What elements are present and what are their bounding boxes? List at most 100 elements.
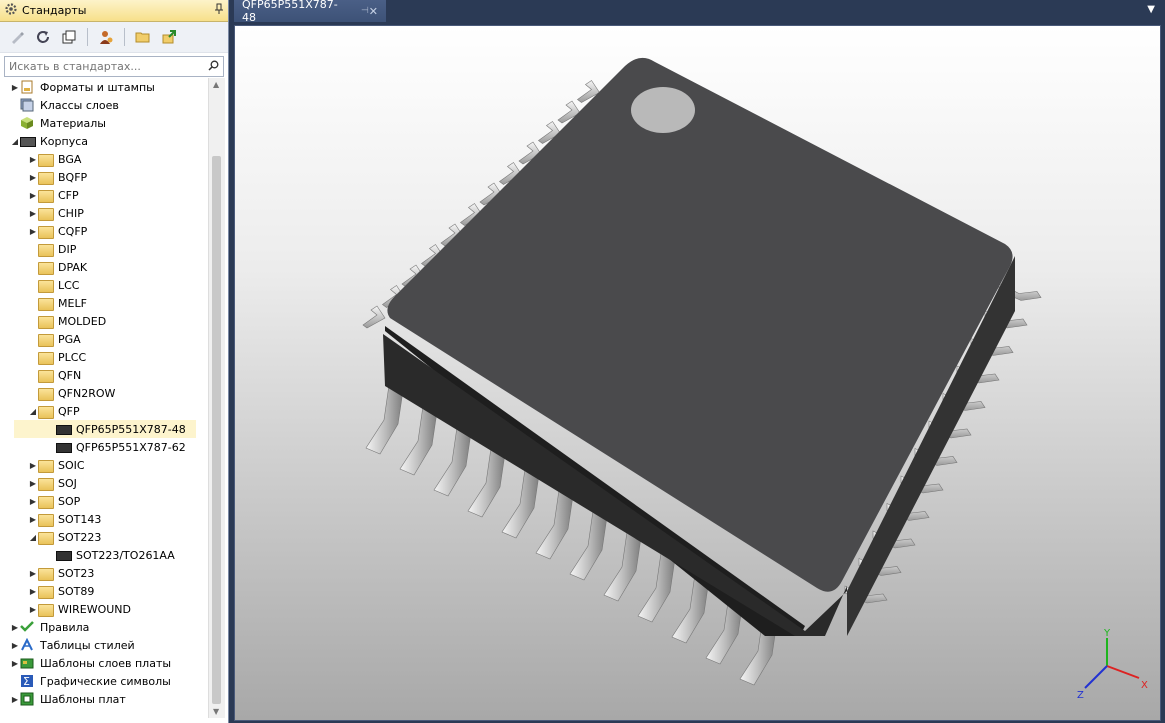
tree-item-label: BGA: [58, 152, 82, 166]
arrow-placeholder: [28, 366, 38, 384]
tab-label: QFP65P551X787-48: [242, 0, 338, 24]
folder-icon: [38, 513, 54, 527]
tree-item[interactable]: ▶ Таблицы стилей: [4, 636, 135, 654]
users-button[interactable]: [95, 26, 117, 48]
tree-item[interactable]: ▶ Шаблоны плат: [4, 690, 126, 708]
tree-item[interactable]: ▶ WIREWOUND: [4, 600, 131, 618]
expand-arrow-icon[interactable]: ▶: [28, 222, 38, 240]
tree-item[interactable]: MOLDED: [4, 312, 106, 330]
tree-item-label: SOT23: [58, 566, 95, 580]
tree-item-label: MELF: [58, 296, 87, 310]
tree-item[interactable]: QFP65P551X787-48: [14, 420, 196, 438]
copy-button[interactable]: [58, 26, 80, 48]
rules-check-icon: [20, 620, 36, 634]
expand-arrow-icon[interactable]: ▶: [28, 474, 38, 492]
tree-item[interactable]: QFN: [4, 366, 81, 384]
folder-icon: [38, 189, 54, 203]
folder-icon: [38, 243, 54, 257]
tree-item[interactable]: ▶ Правила: [4, 618, 89, 636]
tab-qfp65p551x787-48[interactable]: QFP65P551X787-48 ⊣ ✕: [234, 0, 386, 24]
tree-item-label: SOT223: [58, 530, 102, 544]
arrow-placeholder: [28, 258, 38, 276]
expand-arrow-icon[interactable]: ▶: [28, 168, 38, 186]
materials-cube-icon: [20, 116, 36, 130]
tree-item[interactable]: ◢ SOT223: [4, 528, 101, 546]
expand-arrow-icon[interactable]: ▶: [28, 456, 38, 474]
expand-arrow-icon[interactable]: ▶: [28, 582, 38, 600]
tree-item-label: DPAK: [58, 260, 88, 274]
open-folder-button[interactable]: [132, 26, 154, 48]
tree-item-label: QFN2ROW: [58, 386, 116, 400]
expand-arrow-icon[interactable]: ▶: [28, 564, 38, 582]
expand-arrow-icon[interactable]: ▶: [10, 618, 20, 636]
folder-icon: [38, 369, 54, 383]
3d-viewport[interactable]: Y X Z: [234, 25, 1161, 721]
collapse-arrow-icon[interactable]: ◢: [28, 402, 38, 420]
tree-item[interactable]: ▶ CFP: [4, 186, 79, 204]
folder-icon: [38, 207, 54, 221]
tree-item[interactable]: ▶ BGA: [4, 150, 81, 168]
tree-item[interactable]: ▶ Шаблоны слоев платы: [4, 654, 171, 672]
arrow-placeholder: [46, 546, 56, 564]
tree-item[interactable]: ▶ SOT143: [4, 510, 101, 528]
expand-arrow-icon[interactable]: ▶: [28, 510, 38, 528]
tree-item[interactable]: ▶ CHIP: [4, 204, 84, 222]
expand-arrow-icon[interactable]: ▶: [28, 600, 38, 618]
export-button[interactable]: [158, 26, 180, 48]
expand-arrow-icon[interactable]: ▶: [28, 150, 38, 168]
tab-pin-icon[interactable]: ⊣: [361, 6, 369, 16]
tab-close-icon[interactable]: ✕: [369, 5, 378, 18]
refresh-button[interactable]: [32, 26, 54, 48]
arrow-placeholder: [10, 672, 20, 690]
collapse-arrow-icon[interactable]: ◢: [28, 528, 38, 546]
tree-item[interactable]: DIP: [4, 240, 76, 258]
tree-item[interactable]: LCC: [4, 276, 80, 294]
tree-item[interactable]: ▶ SOJ: [4, 474, 77, 492]
tree-item[interactable]: Классы слоев: [4, 96, 119, 114]
folder-icon: [38, 351, 54, 365]
search-input[interactable]: [5, 59, 208, 74]
tree-item[interactable]: DPAK: [4, 258, 87, 276]
tree-item[interactable]: ▶ SOIC: [4, 456, 85, 474]
tab-dropdown-icon[interactable]: ▼: [1147, 4, 1155, 15]
tree-item[interactable]: MELF: [4, 294, 87, 312]
edit-disabled-button[interactable]: [6, 26, 28, 48]
tree-item[interactable]: PLCC: [4, 348, 86, 366]
tree-item-label: Графические символы: [40, 674, 171, 688]
pin-icon[interactable]: [214, 3, 224, 18]
tree-item[interactable]: QFP65P551X787-62: [4, 438, 186, 456]
z-axis-label: Z: [1077, 690, 1084, 701]
expand-arrow-icon[interactable]: ▶: [10, 78, 20, 96]
folder-icon: [38, 495, 54, 509]
tree-item[interactable]: ▶ SOP: [4, 492, 80, 510]
tree-item[interactable]: SOT223/TO261AA: [4, 546, 175, 564]
tree-item[interactable]: ◢ Корпуса: [4, 132, 88, 150]
tree-item[interactable]: Σ Графические символы: [4, 672, 171, 690]
tree-item[interactable]: ▶ BQFP: [4, 168, 87, 186]
tree-item-label: SOJ: [58, 476, 77, 490]
expand-arrow-icon[interactable]: ▶: [10, 654, 20, 672]
scroll-down-arrow-icon[interactable]: ▼: [213, 707, 219, 716]
scroll-thumb[interactable]: [212, 156, 221, 704]
tree-item[interactable]: Материалы: [4, 114, 106, 132]
expand-arrow-icon[interactable]: ▶: [28, 204, 38, 222]
tree-item[interactable]: ◢ QFP: [4, 402, 80, 420]
tree-item[interactable]: QFN2ROW: [4, 384, 115, 402]
expand-arrow-icon[interactable]: ▶: [10, 636, 20, 654]
tree-item[interactable]: ▶ Форматы и штампы: [4, 78, 155, 96]
expand-arrow-icon[interactable]: ▶: [10, 690, 20, 708]
scroll-up-arrow-icon[interactable]: ▲: [213, 80, 219, 89]
tree-item[interactable]: PGA: [4, 330, 81, 348]
expand-arrow-icon[interactable]: ▶: [28, 186, 38, 204]
tree-item[interactable]: ▶ SOT89: [4, 582, 94, 600]
tree-item[interactable]: ▶ CQFP: [4, 222, 87, 240]
folder-icon: [38, 459, 54, 473]
collapse-arrow-icon[interactable]: ◢: [10, 132, 20, 150]
tree-scrollbar[interactable]: ▲ ▼: [208, 78, 225, 718]
toolbar-separator: [87, 28, 88, 46]
expand-arrow-icon[interactable]: ▶: [28, 492, 38, 510]
search-icon[interactable]: [208, 60, 219, 74]
arrow-placeholder: [28, 348, 38, 366]
folder-icon: [38, 315, 54, 329]
tree-item[interactable]: ▶ SOT23: [4, 564, 94, 582]
